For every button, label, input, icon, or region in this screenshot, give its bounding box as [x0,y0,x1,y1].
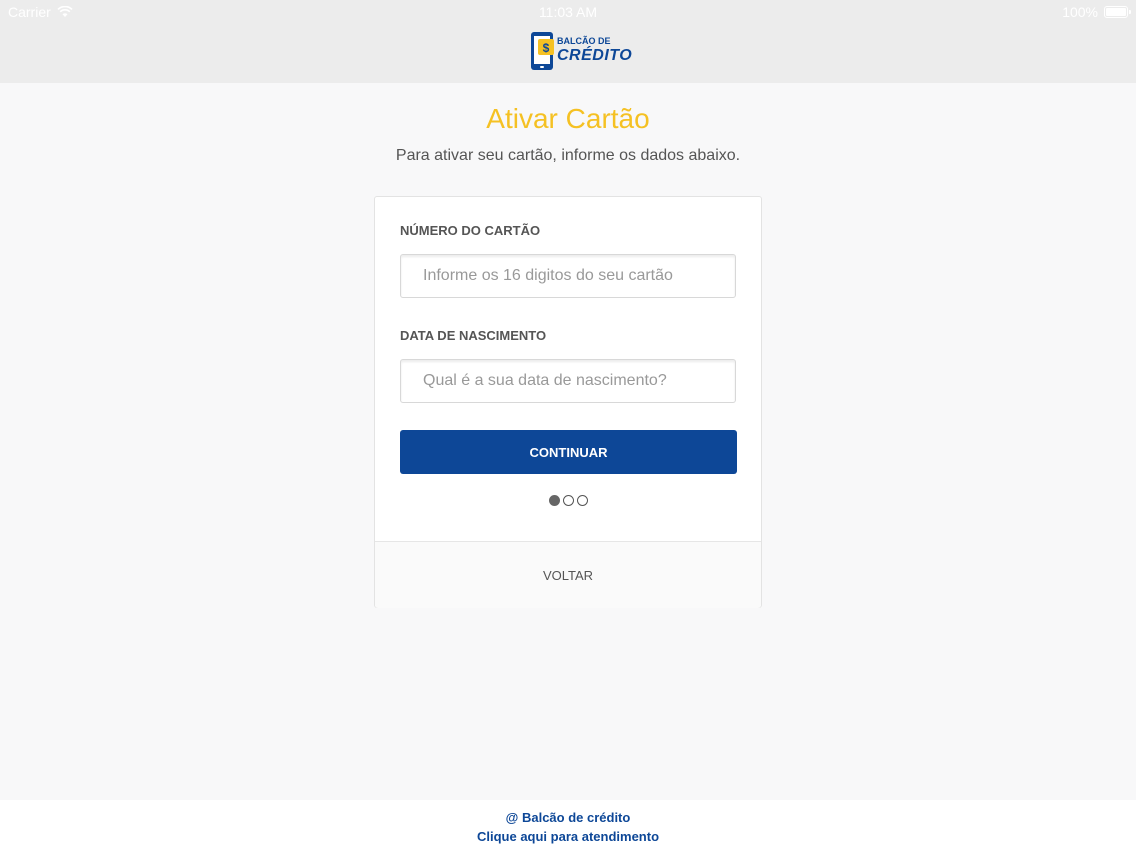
activation-form-card: NÚMERO DO CARTÃO DATA DE NASCIMENTO CONT… [374,196,762,608]
support-link[interactable]: Clique aqui para atendimento [0,829,1136,844]
clock: 11:03 AM [538,4,598,20]
page-footer: @ Balcão de crédito Clique aqui para ate… [0,800,1136,852]
svg-text:$: $ [543,41,550,55]
battery-percent: 100% [1062,4,1098,20]
status-bar: Carrier 11:03 AM 100% [0,0,1136,24]
continue-button[interactable]: CONTINUAR [400,430,737,474]
copyright-text: @ Balcão de crédito [505,810,631,825]
logo-line-1: BALCÃO DE [557,36,611,46]
phone-dollar-icon: $ [531,32,554,70]
battery-indicator: 100% [1062,4,1131,20]
page-title: Ativar Cartão [486,103,650,134]
step-dot-2 [562,495,574,506]
page-subtitle: Para ativar seu cartão, informe os dados… [395,147,741,164]
birth-date-label: DATA DE NASCIMENTO [400,328,547,343]
balcao-de-credito-logo: $ BALCÃO DE CRÉDITO [529,31,632,73]
logo-wordmark: BALCÃO DE CRÉDITO [557,37,632,64]
logo-line-2: CRÉDITO [557,47,633,64]
step-dot-3 [576,495,588,506]
step-dot-1 [548,495,560,506]
card-number-input[interactable] [400,254,736,298]
battery-icon [1104,6,1131,18]
back-button[interactable]: VOLTAR [375,541,761,608]
card-number-label: NÚMERO DO CARTÃO [400,223,541,238]
step-indicator [375,495,761,506]
birth-date-input[interactable] [400,359,736,403]
